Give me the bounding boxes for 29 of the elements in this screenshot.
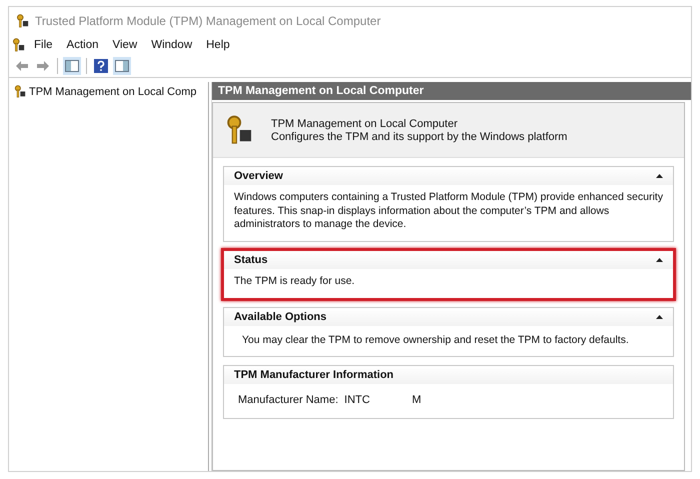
- menu-item[interactable]: Help: [201, 39, 235, 51]
- menu-item[interactable]: Window: [146, 39, 198, 51]
- tree-item[interactable]: TPM Management on Local Comp: [11, 84, 206, 99]
- section-text: Windows computers containing a Trusted Platform Module (TPM) provide enhanced security features. This snap-in displays information about the computer’s TPM and allows administrators to manage the device.: [233, 190, 664, 232]
- menu-item[interactable]: Action: [62, 39, 104, 51]
- collapse-icon[interactable]: [656, 314, 663, 319]
- field-value: M: [412, 394, 422, 406]
- field-label: Manufacturer Name:: [238, 394, 338, 406]
- section-text: You may clear the TPM to remove ownership and reset the TPM to factory defaults.: [241, 332, 630, 348]
- collapse-icon[interactable]: [656, 258, 663, 262]
- help-button[interactable]: [92, 57, 110, 75]
- section-title: TPM Manufacturer Information: [234, 369, 394, 382]
- section-title: Overview: [234, 170, 283, 182]
- pane-header: TPM Management on Local Computer: [212, 82, 691, 102]
- collapse-icon[interactable]: [656, 174, 663, 178]
- menu-item[interactable]: View: [108, 39, 142, 51]
- app-icon: [11, 38, 25, 52]
- action-pane-button[interactable]: [113, 57, 131, 75]
- field-value: INTC: [344, 394, 370, 406]
- info-title: TPM Management on Local Computer: [271, 118, 458, 130]
- section-text: The TPM is ready for use.: [233, 274, 356, 289]
- section-title: Status: [234, 254, 268, 266]
- console-tree-button[interactable]: [63, 57, 81, 75]
- app-icon: [15, 14, 29, 28]
- menu-item[interactable]: File: [29, 39, 58, 51]
- info-subtitle: Configures the TPM and its support by the Windows platform: [271, 130, 568, 142]
- section-title: Available Options: [234, 310, 327, 323]
- window-title: Trusted Platform Module (TPM) Management on Local Computer: [35, 14, 381, 28]
- key-icon: [13, 85, 26, 98]
